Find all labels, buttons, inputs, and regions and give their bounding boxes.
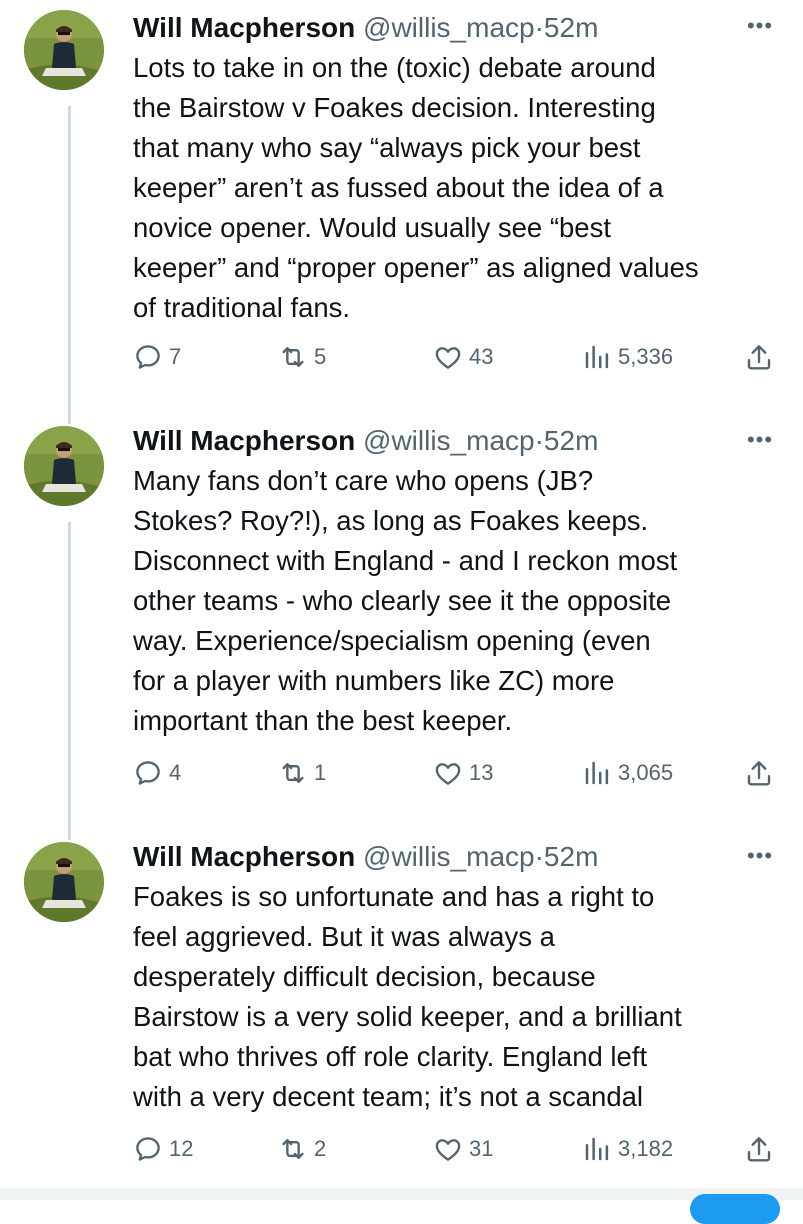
reply-icon	[133, 1134, 163, 1164]
timestamp[interactable]: 52m	[544, 425, 598, 456]
tweet-actions: 4 1 13 3,065	[0, 753, 803, 793]
tweet-text-line: important than the best keeper.	[133, 705, 513, 736]
separator-dot: ·	[534, 425, 544, 456]
tweet-text-line: for a player with numbers like ZC) more	[133, 665, 615, 696]
reply-count: 7	[169, 344, 182, 369]
tweet-text-line: novice opener. Would usually see “best	[133, 212, 611, 243]
share-button[interactable]	[744, 753, 774, 793]
retweet-count: 1	[314, 760, 327, 785]
author-handle[interactable]: @willis_macp	[363, 425, 535, 456]
tweet-text-line: Stokes? Roy?!), as long as Foakes keeps.	[133, 505, 649, 536]
tweet-actions: 12 2 31 3,182	[0, 1129, 803, 1169]
like-button[interactable]: 43	[433, 337, 493, 377]
tweet-text-line: Bairstow is a very solid keeper, and a b…	[133, 1001, 682, 1032]
separator-dot: ·	[534, 841, 544, 872]
tweet-header: Will Macpherson @willis_macp·52m	[133, 8, 598, 48]
views-count: 3,065	[618, 760, 674, 785]
bottom-divider	[0, 1188, 803, 1200]
avatar-image	[24, 426, 104, 506]
reply-button[interactable]: 4	[133, 753, 181, 793]
avatar[interactable]	[24, 842, 104, 922]
tweet-text-line: with a very decent team; it’s not a scan…	[133, 1081, 644, 1112]
reply-icon	[133, 758, 163, 788]
retweet-button[interactable]: 2	[278, 1129, 326, 1169]
retweet-count: 2	[314, 1136, 327, 1161]
tweet-text-line: Foakes is so unfortunate and has a right…	[133, 881, 655, 912]
retweet-icon	[278, 758, 308, 788]
like-button[interactable]: 31	[433, 1129, 493, 1169]
share-icon	[744, 758, 774, 788]
heart-icon	[433, 342, 463, 372]
author-name[interactable]: Will Macpherson	[133, 425, 355, 456]
more-icon[interactable]: •••	[742, 15, 778, 37]
tweet-text-line: Many fans don’t care who opens (JB?	[133, 465, 594, 496]
reply-count: 4	[169, 760, 182, 785]
share-icon	[744, 342, 774, 372]
more-icon[interactable]: •••	[742, 429, 778, 451]
tweet-actions: 7 5 43 5,336	[0, 337, 803, 377]
avatar-image	[24, 10, 104, 90]
heart-icon	[433, 758, 463, 788]
views-count: 5,336	[618, 344, 674, 369]
heart-icon	[433, 1134, 463, 1164]
retweet-button[interactable]: 1	[278, 753, 326, 793]
reply-button[interactable]: 12	[133, 1129, 193, 1169]
views-button[interactable]: 3,065	[582, 753, 673, 793]
views-button[interactable]: 5,336	[582, 337, 673, 377]
tweet-text-line: of traditional fans.	[133, 292, 351, 323]
separator-dot: ·	[534, 12, 544, 43]
timestamp[interactable]: 52m	[544, 841, 598, 872]
retweet-icon	[278, 342, 308, 372]
views-button[interactable]: 3,182	[582, 1129, 673, 1169]
views-icon	[582, 1134, 612, 1164]
timestamp[interactable]: 52m	[544, 12, 598, 43]
reply-count: 12	[169, 1136, 194, 1161]
reply-icon	[133, 342, 163, 372]
views-icon	[582, 758, 612, 788]
tweet-text-line: Disconnect with England - and I reckon m…	[133, 545, 678, 576]
author-handle[interactable]: @willis_macp	[363, 841, 535, 872]
tweet-text-line: way. Experience/specialism opening (even	[133, 625, 651, 656]
like-count: 43	[469, 344, 494, 369]
tweet-text-line: desperately difficult decision, because	[133, 961, 596, 992]
tweet-text: Foakes is so unfortunate and has a right…	[133, 877, 783, 1117]
author-name[interactable]: Will Macpherson	[133, 841, 355, 872]
views-icon	[582, 342, 612, 372]
like-button[interactable]: 13	[433, 753, 493, 793]
tweet-text-line: feel aggrieved. But it was always a	[133, 921, 555, 952]
author-name[interactable]: Will Macpherson	[133, 12, 355, 43]
like-count: 31	[469, 1136, 494, 1161]
author-handle[interactable]: @willis_macp	[363, 12, 535, 43]
share-button[interactable]	[744, 337, 774, 377]
retweet-button[interactable]: 5	[278, 337, 326, 377]
retweet-icon	[278, 1134, 308, 1164]
tweet-text-line: other teams - who clearly see it the opp…	[133, 585, 672, 616]
avatar-image	[24, 842, 104, 922]
tweet-text-line: keeper” aren’t as fussed about the idea …	[133, 172, 664, 203]
tweet-text-line: keeper” and “proper opener” as aligned v…	[133, 252, 699, 283]
tweet-header: Will Macpherson @willis_macp·52m	[133, 421, 598, 461]
avatar[interactable]	[24, 426, 104, 506]
retweet-count: 5	[314, 344, 327, 369]
tweet-text: Lots to take in on the (toxic) debate ar…	[133, 48, 783, 328]
tweet-text-line: the Bairstow v Foakes decision. Interest…	[133, 92, 656, 123]
like-count: 13	[469, 760, 494, 785]
tweet-text-line: bat who thrives off role clarity. Englan…	[133, 1041, 648, 1072]
avatar[interactable]	[24, 10, 104, 90]
reply-button[interactable]: 7	[133, 337, 181, 377]
tweet-text-line: Lots to take in on the (toxic) debate ar…	[133, 52, 656, 83]
tweet-text-line: that many who say “always pick your best	[133, 132, 641, 163]
views-count: 3,182	[618, 1136, 674, 1161]
tweet-header: Will Macpherson @willis_macp·52m	[133, 837, 598, 877]
more-icon[interactable]: •••	[742, 845, 778, 867]
share-icon	[744, 1134, 774, 1164]
tweet-text: Many fans don’t care who opens (JB? Stok…	[133, 461, 783, 741]
share-button[interactable]	[744, 1129, 774, 1169]
compose-button[interactable]	[690, 1194, 780, 1224]
